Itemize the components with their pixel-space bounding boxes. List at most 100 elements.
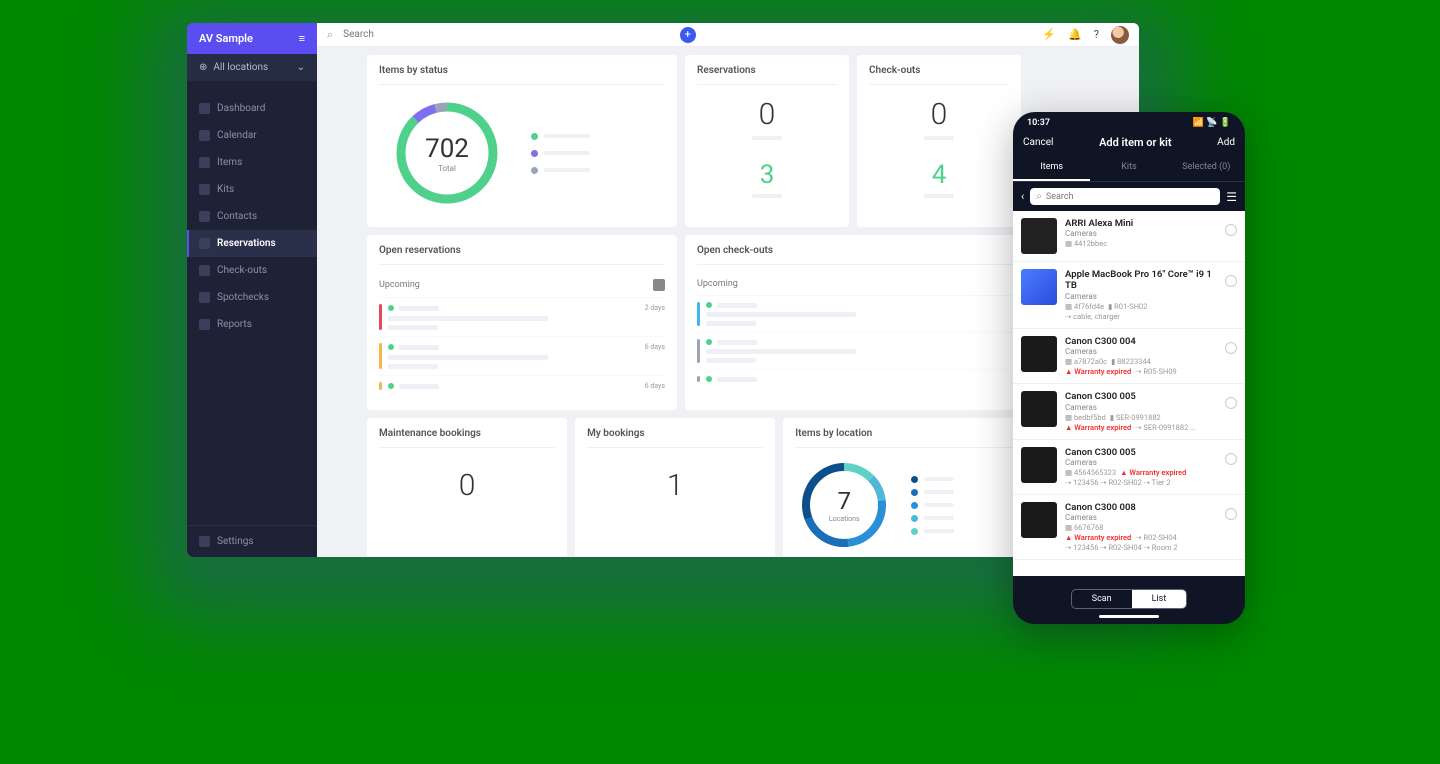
cancel-button[interactable]: Cancel (1023, 137, 1053, 148)
select-radio[interactable] (1225, 224, 1237, 236)
item-category: Cameras (1065, 513, 1217, 522)
sidebar-item-kits[interactable]: Kits (187, 176, 317, 203)
legend-dot-green (531, 133, 538, 140)
help-icon[interactable]: ? (1094, 28, 1099, 41)
item-name: Canon C300 005 (1065, 447, 1217, 458)
nav-label: Dashboard (217, 103, 265, 114)
back-icon[interactable]: ‹ (1021, 190, 1024, 203)
checkouts-bottom: 4 (932, 160, 947, 190)
sidebar-item-reservations[interactable]: Reservations (187, 230, 317, 257)
nav-label: Calendar (217, 130, 257, 141)
list-item[interactable]: Canon C300 008Cameras▦ 6676768▲ Warranty… (1013, 495, 1245, 560)
select-radio[interactable] (1225, 342, 1237, 354)
statusbar-icons: 📶 📡 🔋 (1193, 118, 1231, 128)
card-open-reservations: Open reservations Upcoming 2 days 6 days… (367, 235, 677, 410)
entry-days: 6 days (645, 382, 665, 390)
sidebar-item-dashboard[interactable]: Dashboard (187, 95, 317, 122)
reservations-top: 0 (759, 97, 776, 132)
card-title: Maintenance bookings (379, 428, 555, 448)
list-item[interactable]: Apple MacBook Pro 16" Core™ i9 1 TBCamer… (1013, 262, 1245, 329)
tab-items[interactable]: Items (1013, 155, 1090, 181)
spotchecks-icon (199, 292, 210, 303)
location-legend (911, 476, 954, 535)
item-name: Canon C300 008 (1065, 502, 1217, 513)
tab-kits[interactable]: Kits (1090, 155, 1167, 181)
toggle-list[interactable]: List (1132, 590, 1187, 608)
list-item[interactable]: Canon C300 004Cameras▦ a7872a0c▮ 8822334… (1013, 329, 1245, 384)
search-input[interactable] (343, 29, 670, 40)
tab-selected[interactable]: Selected (0) (1168, 155, 1245, 181)
select-radio[interactable] (1225, 453, 1237, 465)
item-meta: ⇢ cable, charger (1065, 312, 1217, 321)
nav-label: Reservations (217, 238, 276, 249)
entry-days: 2 days (645, 304, 665, 312)
add-button[interactable]: Add (1217, 137, 1235, 148)
select-radio[interactable] (1225, 275, 1237, 287)
gear-icon (199, 536, 210, 547)
item-meta: ⇢ 123456 ⇢ R02-SH02 ⇢ Tier 2 (1065, 478, 1217, 487)
scan-list-toggle: Scan List (1071, 589, 1188, 609)
legend-dot-grey (531, 167, 538, 174)
item-category: Cameras (1065, 458, 1217, 467)
app-name: AV Sample (199, 32, 253, 45)
sidebar-item-checkouts[interactable]: Check-outs (187, 257, 317, 284)
legend-dot-purple (531, 150, 538, 157)
card-title: Reservations (697, 65, 837, 85)
list-item[interactable]: Canon C300 005Cameras▦ bedbf5bd▮ SER-099… (1013, 384, 1245, 439)
locations-count: 7 (837, 487, 851, 515)
items-icon (199, 157, 210, 168)
mobile-footer: Scan List (1013, 581, 1245, 624)
nav-label: Reports (217, 319, 252, 330)
sidebar-item-calendar[interactable]: Calendar (187, 122, 317, 149)
list-item[interactable]: ARRI Alexa MiniCameras▦ 4412bbec (1013, 211, 1245, 262)
add-button[interactable]: + (680, 27, 696, 43)
item-meta: ▦ 4412bbec (1065, 239, 1217, 248)
topbar: ⌕ + ⚡ 🔔 ? (317, 23, 1139, 47)
location-label: All locations (213, 62, 268, 73)
item-meta: ▲ Warranty expired⇢ R02-SH04 (1065, 533, 1217, 542)
select-radio[interactable] (1225, 508, 1237, 520)
toggle-scan[interactable]: Scan (1072, 590, 1132, 608)
bell-icon[interactable]: 🔔 (1068, 28, 1082, 41)
card-title: Check-outs (869, 65, 1009, 85)
mobile-window: 10:37 📶 📡 🔋 Cancel Add item or kit Add I… (1013, 112, 1245, 624)
filter-icon[interactable]: ☰ (1226, 190, 1237, 204)
item-thumbnail (1021, 218, 1057, 254)
status-total: 702 (425, 134, 469, 164)
sidebar-item-items[interactable]: Items (187, 149, 317, 176)
entry-days: 6 days (645, 343, 665, 351)
contacts-icon (199, 211, 210, 222)
item-category: Cameras (1065, 229, 1217, 238)
sidebar-item-contacts[interactable]: Contacts (187, 203, 317, 230)
gear-icon[interactable] (653, 279, 665, 291)
card-checkouts: Check-outs 0 4 (857, 55, 1021, 227)
mobile-item-list[interactable]: ARRI Alexa MiniCameras▦ 4412bbecApple Ma… (1013, 211, 1245, 576)
statusbar-time: 10:37 (1027, 118, 1050, 128)
upcoming-label: Upcoming (379, 280, 420, 290)
mobile-search[interactable]: ⌕ (1030, 188, 1220, 205)
mobile-search-input[interactable] (1046, 192, 1214, 202)
status-legend (531, 133, 590, 174)
avatar[interactable] (1111, 26, 1129, 44)
calendar-icon (199, 130, 210, 141)
bolt-icon[interactable]: ⚡ (1042, 28, 1056, 41)
select-radio[interactable] (1225, 397, 1237, 409)
sidebar-item-reports[interactable]: Reports (187, 311, 317, 338)
sidebar-item-settings[interactable]: Settings (187, 525, 317, 557)
dashboard-icon (199, 103, 210, 114)
status-total-label: Total (438, 164, 456, 173)
search-icon: ⌕ (327, 28, 333, 42)
list-item[interactable]: Canon C300 005Cameras▦ 4564565323▲ Warra… (1013, 440, 1245, 495)
mobile-title: Add item or kit (1099, 136, 1172, 149)
menu-icon[interactable]: ≡ (299, 32, 305, 45)
location-donut-chart: 7 Locations (799, 460, 889, 550)
item-meta: ▦ bedbf5bd▮ SER-0991882 (1065, 413, 1217, 422)
sidebar-item-spotchecks[interactable]: Spotchecks (187, 284, 317, 311)
nav-label: Check-outs (217, 265, 267, 276)
item-name: Apple MacBook Pro 16" Core™ i9 1 TB (1065, 269, 1217, 292)
item-category: Cameras (1065, 403, 1217, 412)
item-category: Cameras (1065, 347, 1217, 356)
location-selector[interactable]: ⊕ All locations ⌄ (187, 54, 317, 81)
reservations-icon (199, 238, 210, 249)
item-meta: ▦ 4f76fd4e▮ R01-SH02 (1065, 302, 1217, 311)
